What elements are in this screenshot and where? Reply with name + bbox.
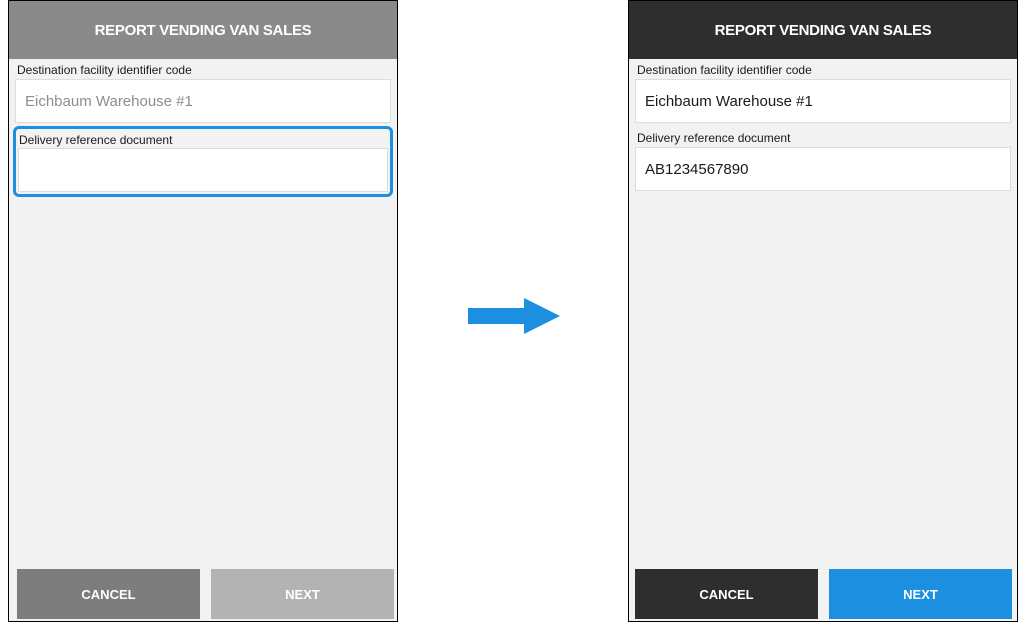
page-title: REPORT VENDING VAN SALES <box>714 21 932 39</box>
destination-field[interactable]: Eichbaum Warehouse #1 <box>635 79 1011 123</box>
cancel-button[interactable]: CANCEL <box>635 569 818 619</box>
page-title-bar: REPORT VENDING VAN SALES <box>629 1 1017 59</box>
page-title-bar: REPORT VENDING VAN SALES <box>9 1 397 59</box>
delivery-field-focus-ring: Delivery reference document <box>13 126 393 197</box>
destination-field-label: Destination facility identifier code <box>17 63 192 77</box>
next-button-label: NEXT <box>285 586 320 602</box>
delivery-field-label: Delivery reference document <box>19 133 173 147</box>
destination-field-label: Destination facility identifier code <box>637 63 812 77</box>
destination-field-value: Eichbaum Warehouse #1 <box>25 92 193 110</box>
right-arrow-icon <box>468 298 560 334</box>
delivery-field-value: AB1234567890 <box>645 160 749 178</box>
screen-after: REPORT VENDING VAN SALES Destination fac… <box>628 0 1018 622</box>
next-button[interactable]: NEXT <box>829 569 1012 619</box>
delivery-reference-input[interactable]: AB1234567890 <box>635 147 1011 191</box>
cancel-button-label: CANCEL <box>81 586 136 602</box>
next-button-label: NEXT <box>903 586 938 602</box>
delivery-field-label: Delivery reference document <box>637 131 791 145</box>
destination-field[interactable]: Eichbaum Warehouse #1 <box>15 79 391 123</box>
destination-field-value: Eichbaum Warehouse #1 <box>645 92 813 110</box>
next-button-disabled[interactable]: NEXT <box>211 569 394 619</box>
screen-before: REPORT VENDING VAN SALES Destination fac… <box>8 0 398 622</box>
page-title: REPORT VENDING VAN SALES <box>94 21 312 39</box>
delivery-reference-input[interactable] <box>18 148 388 192</box>
cancel-button-label: CANCEL <box>699 586 754 602</box>
cancel-button[interactable]: CANCEL <box>17 569 200 619</box>
